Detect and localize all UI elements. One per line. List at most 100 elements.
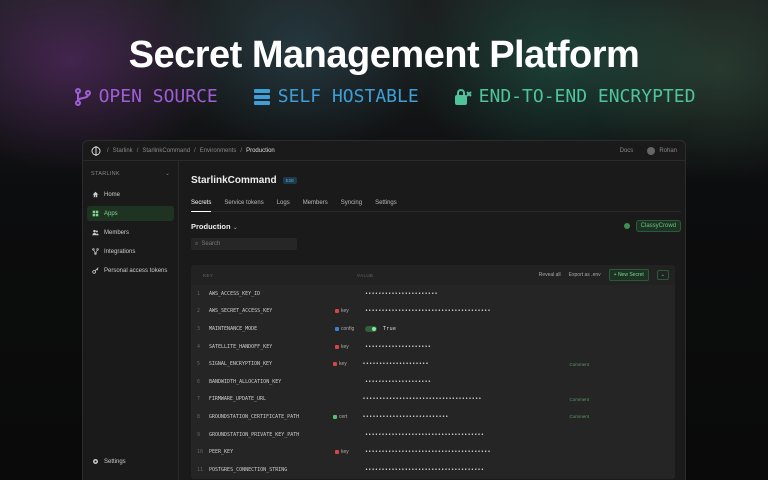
secret-key[interactable]: POSTGRES_CONNECTION_STRING — [209, 467, 335, 473]
tag-label: key — [341, 449, 349, 456]
secret-value-text: •••••••••••••••••••• — [365, 343, 432, 350]
breadcrumb-current: Production — [246, 147, 275, 154]
secret-value[interactable]: •••••••••••••••••••••• — [365, 291, 575, 297]
avatar — [647, 146, 656, 155]
secret-key[interactable]: AWS_ACCESS_KEY_ID — [209, 291, 335, 297]
breadcrumb-org[interactable]: Starlink — [113, 148, 133, 154]
table-row[interactable]: 3 MAINTENANCE_MODE config True — [191, 320, 675, 338]
tab-service-tokens[interactable]: Service tokens — [224, 200, 263, 206]
docs-link[interactable]: Docs — [620, 148, 634, 154]
secret-value[interactable]: •••••••••••••••••••••••••• — [363, 414, 570, 420]
comment-button[interactable]: Comment — [569, 397, 589, 402]
sync-button[interactable]: ClassyCrowd — [635, 220, 681, 232]
e2e-badge: E2E — [282, 177, 298, 184]
secret-value[interactable]: •••••••••••••••••••• — [365, 379, 575, 385]
table-row[interactable]: 4 SATELLITE_HANDOFF_KEY key •••••••••••••••… — [191, 338, 675, 356]
breadcrumb-app[interactable]: StarlinkCommand — [142, 148, 190, 154]
secret-tag: key — [335, 449, 365, 455]
sync-dot-icon — [623, 223, 630, 229]
user-menu[interactable]: Rohan — [647, 146, 677, 155]
breadcrumb-sep: / — [194, 147, 196, 154]
sidebar-item-apps[interactable]: Apps — [87, 206, 174, 221]
comment-button[interactable]: Comment — [569, 362, 589, 367]
secret-value[interactable]: True — [365, 325, 575, 332]
export-env-button[interactable]: Export as .env — [569, 272, 601, 278]
secret-key[interactable]: AWS_SECRET_ACCESS_KEY — [209, 308, 335, 314]
feature-list: OPEN SOURCE SELF HOSTABLE END-TO-END ENC… — [0, 86, 768, 107]
reveal-all-button[interactable]: Reveal all — [539, 272, 561, 278]
main-content: StarlinkCommand E2E Secrets Service toke… — [191, 161, 681, 480]
tag-color-icon — [332, 362, 337, 367]
secret-value[interactable]: •••••••••••••••••••••••••••••••••••• — [365, 432, 575, 438]
breadcrumb-environments[interactable]: Environments — [200, 148, 237, 154]
sidebar-item-members[interactable]: Members — [87, 225, 174, 240]
page-title: StarlinkCommand — [191, 175, 277, 186]
environment-selector[interactable]: Production ⌄ — [191, 222, 238, 231]
secret-value[interactable]: •••••••••••••••••••• — [363, 361, 570, 367]
secret-value[interactable]: •••••••••••••••••••••••••••••••••••••• — [365, 308, 575, 314]
sidebar-item-settings[interactable]: Settings — [87, 454, 131, 469]
org-switcher[interactable]: STARLINK ⌄ — [87, 167, 174, 187]
secret-value-text: •••••••••••••••••••••••••••••••••••••• — [365, 308, 491, 315]
table-row[interactable]: 1 AWS_ACCESS_KEY_ID •••••••••••••••••••••• — [191, 285, 675, 303]
table-row[interactable]: 6 BANDWIDTH_ALLOCATION_KEY •••••••••••••••… — [191, 373, 675, 391]
table-row[interactable]: 9 GROUNDSTATION_PRIVATE_KEY_PATH •••••••••… — [191, 426, 675, 444]
table-row[interactable]: 2 AWS_SECRET_ACCESS_KEY key •••••••••••••••… — [191, 303, 675, 321]
sidebar-item-integrations[interactable]: Integrations — [87, 244, 174, 259]
tab-secrets[interactable]: Secrets — [191, 200, 212, 212]
tag-label: key — [341, 308, 349, 315]
secret-key[interactable]: BANDWIDTH_ALLOCATION_KEY — [209, 379, 335, 385]
table-row[interactable]: 11 POSTGRES_CONNECTION_STRING ••••••••••••… — [191, 461, 675, 479]
feature-e2e-encrypted: END-TO-END ENCRYPTED — [453, 86, 695, 107]
secret-key[interactable]: FIRMWARE_UPDATE_URL — [209, 396, 333, 402]
secret-key[interactable]: PEER_KEY — [209, 449, 335, 455]
row-number: 7 — [197, 396, 201, 403]
chevron-down-icon: ⌄ — [232, 224, 238, 231]
secret-value[interactable]: •••••••••••••••••••••••••••••••••••• — [363, 396, 570, 402]
sidebar-item-label: Home — [104, 191, 121, 198]
secret-value-text: •••••••••••••••••••••••••••••••••••• — [365, 431, 485, 438]
logo-icon[interactable] — [91, 145, 101, 156]
sidebar-item-label: Apps — [104, 210, 118, 217]
sync-status: ClassyCrowd — [623, 220, 681, 232]
tab-logs[interactable]: Logs — [277, 200, 290, 206]
row-number: 1 — [197, 290, 201, 297]
row-number: 9 — [197, 431, 201, 438]
tab-settings[interactable]: Settings — [375, 200, 397, 206]
secret-value-text: True — [383, 325, 397, 332]
tab-members[interactable]: Members — [303, 200, 328, 206]
search-placeholder: Search — [201, 241, 221, 247]
column-header-value: VALUE — [357, 272, 374, 278]
tag-color-icon — [335, 344, 339, 349]
table-row[interactable]: 5 SIGNAL_ENCRYPTION_KEY key •••••••••••••••… — [191, 355, 675, 373]
secret-key[interactable]: GROUNDSTATION_PRIVATE_KEY_PATH — [209, 432, 335, 438]
secret-key[interactable]: MAINTENANCE_MODE — [209, 326, 335, 332]
server-icon — [253, 88, 270, 105]
row-number: 8 — [197, 413, 201, 420]
column-header-key: KEY — [203, 272, 214, 278]
secret-key[interactable]: SIGNAL_ENCRYPTION_KEY — [209, 361, 333, 367]
environment-name: Production — [191, 221, 231, 231]
breadcrumb-sep: / — [107, 147, 109, 154]
secret-value[interactable]: •••••••••••••••••••••••••••••••••••• — [365, 467, 575, 473]
tab-syncing[interactable]: Syncing — [341, 200, 362, 206]
git-branch-icon — [74, 87, 91, 106]
boolean-toggle[interactable] — [365, 325, 377, 332]
secret-value[interactable]: •••••••••••••••••••••••••••••••••••••• — [365, 449, 575, 455]
tag-color-icon — [335, 450, 339, 455]
row-number: 4 — [197, 343, 201, 350]
new-secret-dropdown[interactable]: ⌄ — [656, 270, 669, 280]
sidebar-item-home[interactable]: Home — [87, 187, 174, 202]
secret-tag: config — [335, 326, 365, 332]
comment-button[interactable]: Comment — [569, 414, 589, 419]
gear-icon — [93, 459, 98, 464]
table-row[interactable]: 8 GROUNDSTATION_CERTIFICATE_PATH cert •••••… — [191, 408, 675, 426]
search-input[interactable]: ⌕ Search — [191, 238, 297, 250]
secret-value[interactable]: •••••••••••••••••••• — [365, 344, 575, 350]
secret-key[interactable]: SATELLITE_HANDOFF_KEY — [209, 344, 335, 350]
sidebar-item-tokens[interactable]: Personal access tokens — [87, 263, 174, 278]
new-secret-button[interactable]: + New Secret — [608, 269, 649, 281]
table-row[interactable]: 7 FIRMWARE_UPDATE_URL ••••••••••••••••••••… — [191, 391, 675, 409]
table-row[interactable]: 10 PEER_KEY key •••••••••••••••••••••••••••… — [191, 443, 675, 461]
secret-key[interactable]: GROUNDSTATION_CERTIFICATE_PATH — [209, 414, 333, 420]
